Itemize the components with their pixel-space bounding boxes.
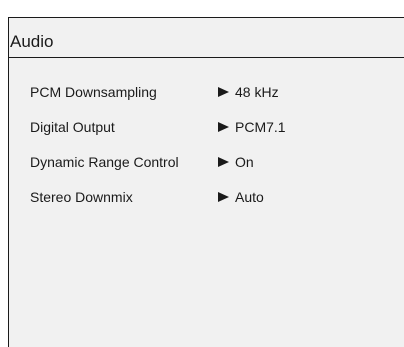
arrow-right-icon	[218, 122, 229, 132]
arrow-right-icon	[218, 192, 229, 202]
setting-label: Stereo Downmix	[30, 189, 133, 205]
audio-settings-panel: Audio PCM Downsampling 48 kHz Digital Ou…	[8, 17, 404, 347]
setting-label: Dynamic Range Control	[30, 154, 179, 170]
setting-digital-output[interactable]: Digital Output PCM7.1	[30, 117, 390, 152]
arrow-right-icon	[218, 87, 229, 97]
setting-pcm-downsampling[interactable]: PCM Downsampling 48 kHz	[30, 82, 390, 117]
panel-title: Audio	[10, 32, 54, 51]
setting-value[interactable]: PCM7.1	[235, 117, 286, 137]
title-divider	[9, 57, 404, 58]
setting-value[interactable]: 48 kHz	[235, 82, 279, 102]
setting-label: PCM Downsampling	[30, 84, 157, 100]
setting-dynamic-range-control[interactable]: Dynamic Range Control On	[30, 152, 390, 187]
setting-value[interactable]: On	[235, 152, 254, 172]
setting-value[interactable]: Auto	[235, 187, 264, 207]
arrow-right-icon	[218, 157, 229, 167]
setting-label: Digital Output	[30, 119, 115, 135]
settings-list: PCM Downsampling 48 kHz Digital Output P…	[30, 82, 390, 222]
setting-stereo-downmix[interactable]: Stereo Downmix Auto	[30, 187, 390, 222]
